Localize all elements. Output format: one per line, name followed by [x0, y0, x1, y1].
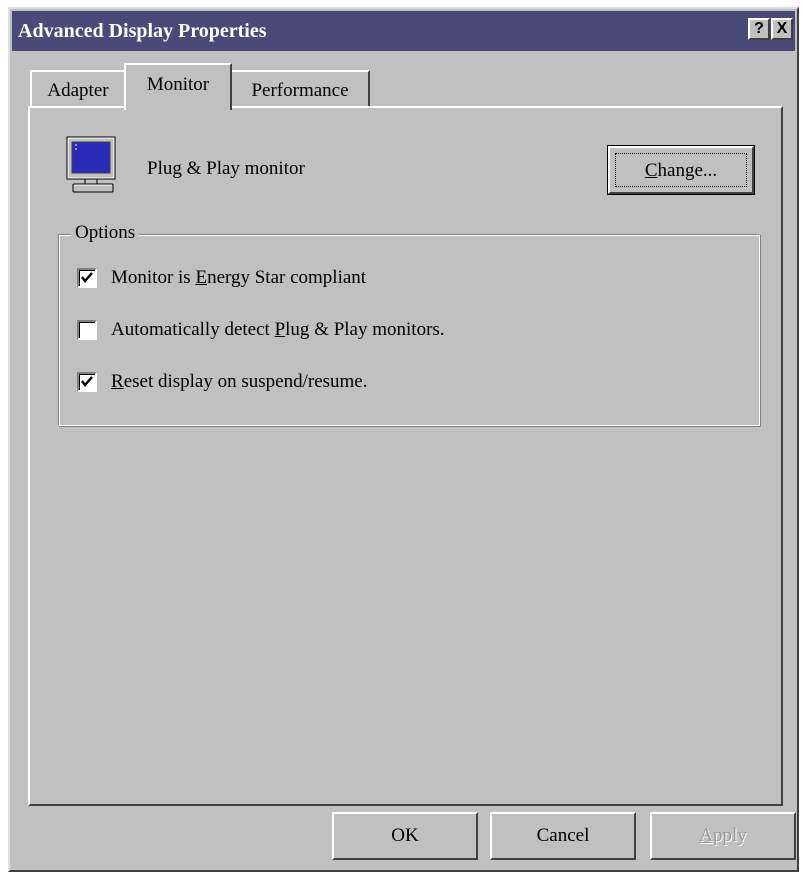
- auto-detect-checkbox[interactable]: [77, 320, 97, 340]
- tab-performance-label: Performance: [251, 80, 349, 101]
- close-icon: X: [776, 20, 788, 37]
- tab-adapter[interactable]: Adapter: [30, 70, 126, 108]
- advanced-display-properties-dialog: Advanced Display Properties ? X Adapter …: [8, 7, 799, 872]
- ok-button-label: OK: [391, 825, 419, 846]
- energy-star-checkbox[interactable]: [77, 268, 97, 288]
- cancel-button[interactable]: Cancel: [490, 812, 636, 860]
- cancel-button-label: Cancel: [536, 825, 590, 846]
- auto-detect-label: Automatically detect Plug & Play monitor…: [111, 319, 445, 340]
- tab-monitor-label: Monitor: [146, 74, 210, 95]
- tab-performance[interactable]: Performance: [230, 70, 370, 108]
- tab-monitor[interactable]: Monitor: [124, 63, 232, 110]
- apply-button-label: Apply: [699, 825, 747, 846]
- change-button[interactable]: Change...: [607, 145, 755, 195]
- monitor-tab-panel: Plug & Play monitor Change... Options Mo…: [28, 106, 783, 806]
- monitor-name: Plug & Play monitor: [147, 158, 305, 179]
- focus-rect: Change...: [615, 153, 747, 187]
- change-button-label: Change...: [644, 160, 718, 181]
- options-group: Options Monitor is Energy Star compliant…: [58, 222, 760, 426]
- checkmark-icon: [81, 272, 93, 283]
- options-group-label: Options: [71, 222, 140, 244]
- reset-display-checkbox[interactable]: [77, 372, 97, 392]
- title-bar[interactable]: Advanced Display Properties ? X: [12, 11, 795, 51]
- ok-button[interactable]: OK: [332, 812, 478, 860]
- monitor-icon: [66, 136, 116, 193]
- close-button[interactable]: X: [771, 18, 793, 40]
- apply-button[interactable]: Apply: [650, 812, 796, 860]
- tab-adapter-label: Adapter: [47, 80, 109, 101]
- window-title: Advanced Display Properties: [18, 20, 267, 42]
- reset-display-label: Reset display on suspend/resume.: [111, 371, 368, 392]
- checkmark-icon: [81, 376, 93, 387]
- help-icon: ?: [754, 20, 764, 37]
- help-button[interactable]: ?: [748, 18, 770, 40]
- energy-star-label: Monitor is Energy Star compliant: [111, 267, 367, 288]
